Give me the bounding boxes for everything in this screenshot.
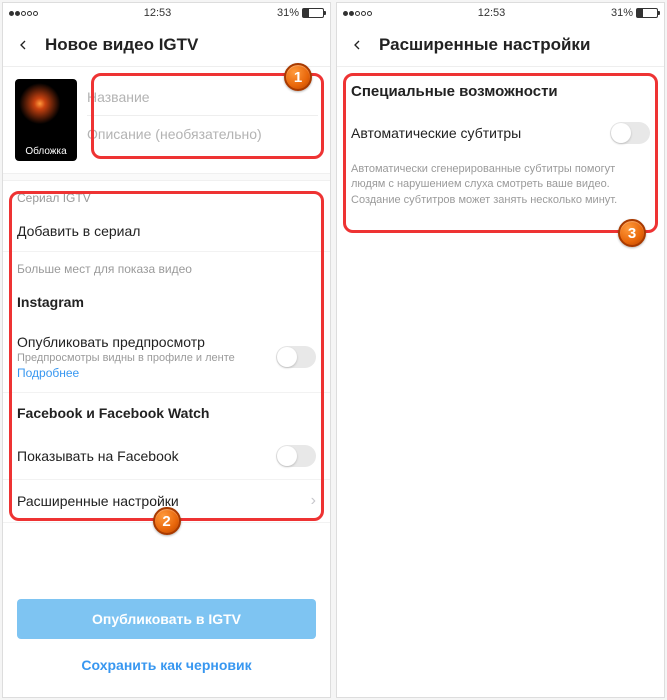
- header: Расширенные настройки: [337, 23, 664, 67]
- instagram-row: Instagram: [3, 282, 330, 322]
- preview-more-link[interactable]: Подробнее: [17, 366, 235, 380]
- series-section-label: Сериал IGTV: [3, 181, 330, 211]
- cover-label: Обложка: [15, 146, 77, 157]
- publish-button[interactable]: Опубликовать в IGTV: [17, 599, 316, 639]
- badge-3: 3: [618, 219, 646, 247]
- add-to-series-row[interactable]: Добавить в сериал: [3, 211, 330, 252]
- header: Новое видео IGTV: [3, 23, 330, 67]
- back-icon[interactable]: [13, 35, 33, 55]
- signal-icon: [9, 11, 38, 16]
- chevron-right-icon: ›: [311, 492, 316, 510]
- cover-thumbnail[interactable]: Обложка: [15, 79, 77, 161]
- more-places-label: Больше мест для показа видео: [3, 252, 330, 282]
- screen-advanced-settings: 12:53 31% Расширенные настройки Специаль…: [336, 2, 665, 698]
- description-input[interactable]: Описание (необязательно): [87, 116, 318, 152]
- save-draft-button[interactable]: Сохранить как черновик: [17, 645, 316, 685]
- facebook-row: Facebook и Facebook Watch: [3, 393, 330, 433]
- status-bar: 12:53 31%: [3, 3, 330, 23]
- signal-icon: [343, 11, 372, 16]
- title-input[interactable]: Название: [87, 79, 318, 116]
- auto-captions-row[interactable]: Автоматические субтитры: [337, 110, 664, 156]
- battery-icon: 31%: [277, 7, 324, 19]
- status-bar: 12:53 31%: [337, 3, 664, 23]
- auto-captions-toggle[interactable]: [610, 122, 650, 144]
- badge-1: 1: [284, 63, 312, 91]
- screen-new-igtv: 12:53 31% Новое видео IGTV Обложка Назва…: [2, 2, 331, 698]
- preview-toggle[interactable]: [276, 346, 316, 368]
- facebook-toggle[interactable]: [276, 445, 316, 467]
- page-title: Новое видео IGTV: [45, 35, 198, 55]
- page-title: Расширенные настройки: [379, 35, 590, 55]
- publish-preview-row[interactable]: Опубликовать предпросмотр Предпросмотры …: [3, 322, 330, 393]
- badge-2: 2: [153, 507, 181, 535]
- content: Специальные возможности Автоматические с…: [337, 67, 664, 697]
- status-time: 12:53: [478, 7, 506, 19]
- accessibility-section: Специальные возможности: [337, 67, 664, 110]
- auto-captions-helper: Автоматически сгенерированные субтитры п…: [337, 156, 664, 214]
- show-on-facebook-row[interactable]: Показывать на Facebook: [3, 433, 330, 480]
- status-time: 12:53: [144, 7, 172, 19]
- battery-icon: 31%: [611, 7, 658, 19]
- bottom-actions: Опубликовать в IGTV Сохранить как чернов…: [3, 587, 330, 697]
- back-icon[interactable]: [347, 35, 367, 55]
